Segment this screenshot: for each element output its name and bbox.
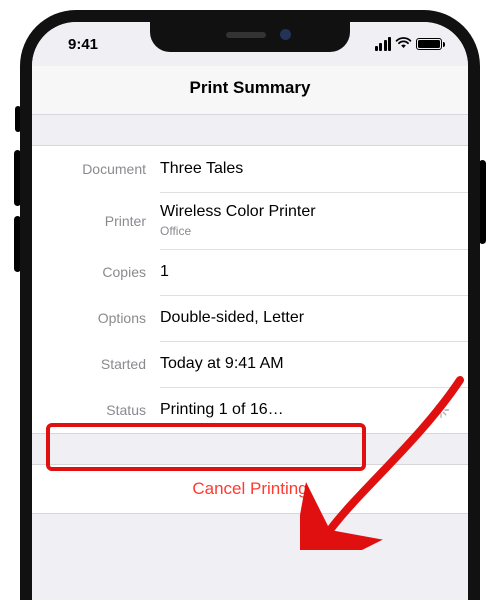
label-document: Document: [48, 161, 160, 177]
value-printer: Wireless Color Printer Office: [160, 202, 316, 239]
row-status: Status Printing 1 of 16…: [32, 387, 468, 433]
print-details-list: Document Three Tales Printer Wireless Co…: [32, 145, 468, 434]
cancel-printing-button[interactable]: Cancel Printing: [192, 479, 307, 498]
label-status: Status: [48, 402, 160, 418]
power-button-outline: [479, 160, 486, 244]
value-status: Printing 1 of 16…: [160, 400, 284, 420]
value-options: Double-sided, Letter: [160, 308, 304, 328]
cellular-icon: [375, 37, 392, 51]
row-options: Options Double-sided, Letter: [32, 295, 468, 341]
screen: 9:41 Print Summary Docum: [32, 22, 468, 600]
label-started: Started: [48, 356, 160, 372]
label-options: Options: [48, 310, 160, 326]
value-copies: 1: [160, 262, 169, 282]
row-document: Document Three Tales: [32, 146, 468, 192]
wifi-icon: [395, 36, 412, 53]
page-title: Print Summary: [32, 66, 468, 115]
battery-icon: [416, 38, 442, 50]
value-printer-location: Office: [160, 224, 316, 239]
value-started: Today at 9:41 AM: [160, 354, 284, 374]
spinner-icon: [432, 401, 450, 419]
value-document: Three Tales: [160, 159, 243, 179]
status-time: 9:41: [56, 36, 165, 53]
value-printer-name: Wireless Color Printer: [160, 202, 316, 222]
notch: [150, 22, 350, 52]
label-copies: Copies: [48, 264, 160, 280]
label-printer: Printer: [48, 213, 160, 229]
phone-frame: 9:41 Print Summary Docum: [20, 10, 480, 600]
row-copies: Copies 1: [32, 249, 468, 295]
cancel-printing-row[interactable]: Cancel Printing: [32, 464, 468, 514]
row-printer: Printer Wireless Color Printer Office: [32, 192, 468, 249]
row-started: Started Today at 9:41 AM: [32, 341, 468, 387]
